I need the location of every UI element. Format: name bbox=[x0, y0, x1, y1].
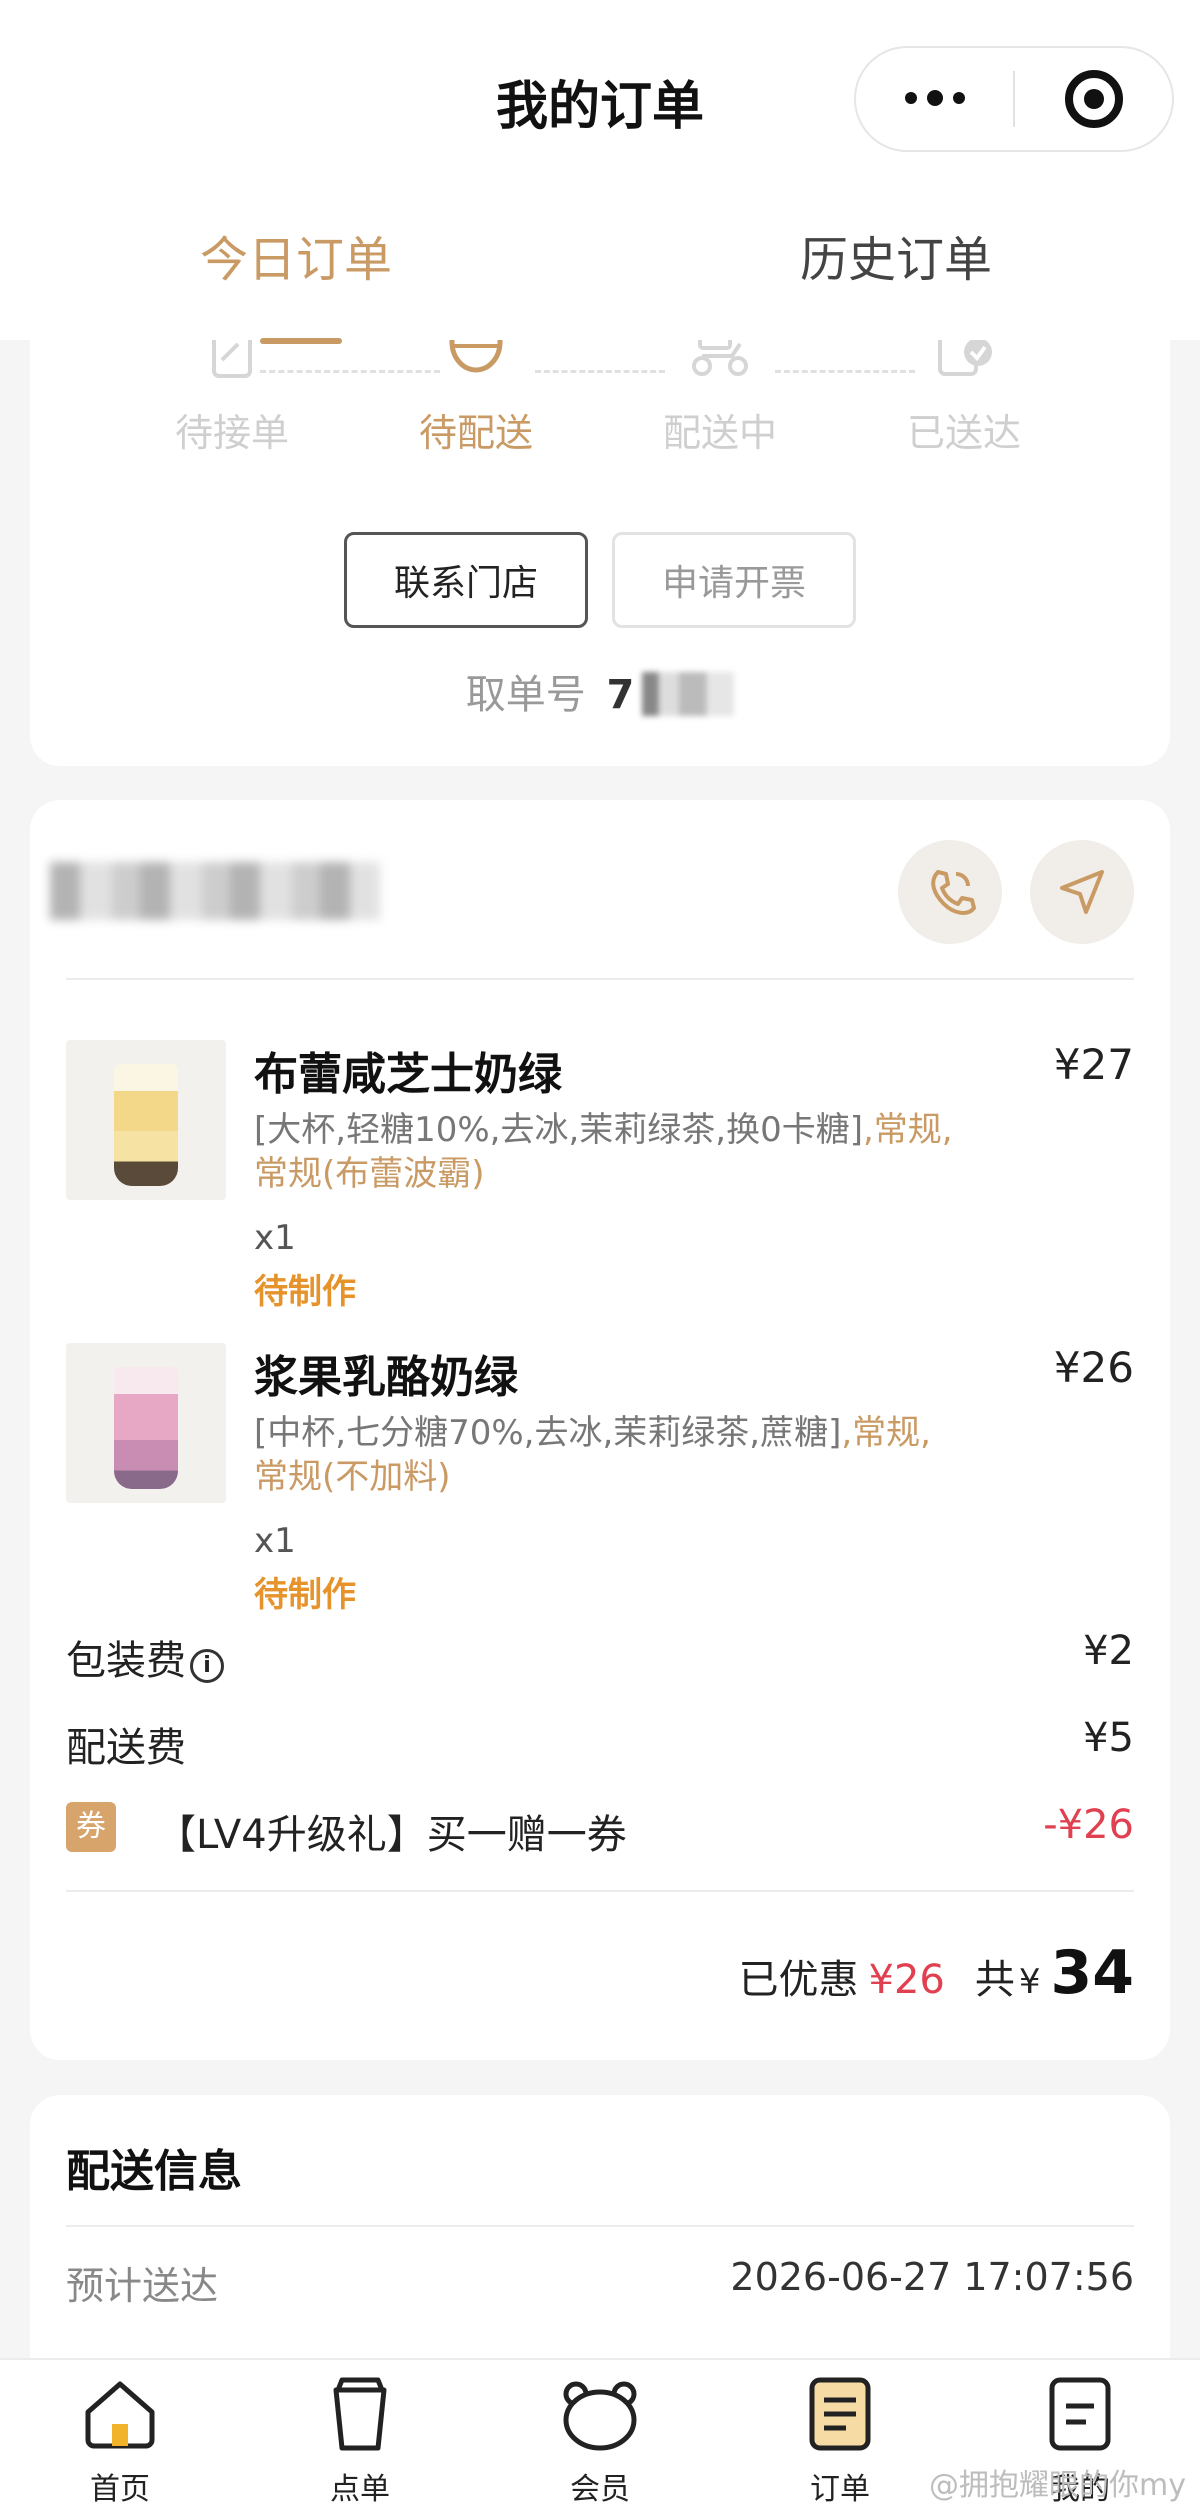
progress-steps: 待接单 待配送 配送中 已送达 bbox=[30, 328, 1170, 490]
pickup-number-label: 取单号 bbox=[465, 672, 586, 718]
pickup-number: 取单号 7 bbox=[30, 662, 1170, 720]
eta-value: 2026-06-27 17:07:56 bbox=[730, 2255, 1134, 2299]
delivery-info-title: 配送信息 bbox=[66, 2146, 242, 2197]
order-tabs: 今日订单 历史订单 bbox=[0, 210, 1200, 344]
more-button[interactable] bbox=[856, 48, 1013, 150]
step-pending-delivery: 待配送 bbox=[376, 330, 576, 457]
contact-store-button[interactable]: 联系门店 bbox=[344, 532, 588, 628]
request-invoice-button[interactable]: 申请开票 bbox=[612, 532, 856, 628]
item-quantity: x1 bbox=[254, 1218, 296, 1258]
packaging-fee-row: 包装费 i ¥2 bbox=[66, 1628, 1134, 1688]
target-close-icon bbox=[1064, 70, 1123, 128]
cup-illustration bbox=[114, 1367, 178, 1489]
delivery-fee-label: 配送费 bbox=[66, 1725, 186, 1771]
order-total: 已优惠 ¥26 共 ¥ 34 bbox=[739, 1938, 1135, 2008]
item-status: 待制作 bbox=[254, 1575, 356, 1615]
store-name-redacted bbox=[50, 862, 380, 920]
order-item[interactable]: 布蕾咸芝士奶绿 ¥27 [大杯,轻糖10%,去冰,茉莉绿茶,换0卡糖],常规,常… bbox=[66, 1040, 1134, 1312]
item-spec: [大杯,轻糖10%,去冰,茉莉绿茶,换0卡糖],常规,常规(布蕾波霸) bbox=[254, 1110, 953, 1194]
tab-member[interactable]: 会员 bbox=[540, 2376, 660, 2508]
product-image bbox=[66, 1040, 226, 1200]
cup-illustration bbox=[114, 1064, 178, 1186]
total-currency: ¥ bbox=[1018, 1962, 1041, 2002]
item-price: ¥26 bbox=[1053, 1343, 1134, 1392]
item-name: 布蕾咸芝士奶绿 bbox=[254, 1049, 562, 1100]
mini-program-capsule bbox=[854, 46, 1174, 152]
item-spec: [中杯,七分糖70%,去冰,茉莉绿茶,蔗糖],常规,常规(不加料) bbox=[254, 1413, 931, 1497]
discount-value: ¥26 bbox=[868, 1957, 945, 2003]
order-detail-card: 布蕾咸芝士奶绿 ¥27 [大杯,轻糖10%,去冰,茉莉绿茶,换0卡糖],常规,常… bbox=[30, 800, 1170, 2060]
home-icon bbox=[85, 2381, 155, 2449]
item-quantity: x1 bbox=[254, 1521, 296, 1561]
divider bbox=[66, 978, 1134, 980]
pickup-number-redacted bbox=[642, 672, 735, 716]
navigate-store-button[interactable] bbox=[1030, 840, 1134, 944]
more-dots-icon bbox=[904, 90, 965, 106]
packaging-fee-label: 包装费 bbox=[66, 1638, 186, 1684]
step-pending-accept: 待接单 bbox=[132, 328, 332, 457]
coupon-value: -¥26 bbox=[1043, 1802, 1134, 1848]
order-list-icon bbox=[809, 2377, 871, 2451]
close-mini-program-button[interactable] bbox=[1015, 48, 1172, 150]
delivery-fee-value: ¥5 bbox=[1083, 1715, 1134, 1761]
eta-label: 预计送达 bbox=[66, 2264, 219, 2308]
total-value: 34 bbox=[1050, 1938, 1135, 2008]
packaging-fee-value: ¥2 bbox=[1083, 1628, 1134, 1674]
order-item[interactable]: 浆果乳酪奶绿 ¥26 [中杯,七分糖70%,去冰,茉莉绿茶,蔗糖],常规,常规(… bbox=[66, 1343, 1134, 1615]
item-price: ¥27 bbox=[1053, 1040, 1134, 1089]
coupon-row: 券 【LV4升级礼】买一赠一券 -¥26 bbox=[66, 1802, 1134, 1862]
bottom-tab-bar: 首页 点单 会员 订单 我的 @拥抱耀眼的你my bbox=[0, 2358, 1200, 2513]
order-action-buttons: 联系门店 申请开票 bbox=[30, 532, 1170, 628]
product-image bbox=[66, 1343, 226, 1503]
tab-history-orders[interactable]: 历史订单 bbox=[800, 220, 992, 290]
divider bbox=[66, 2225, 1134, 2227]
order-status-card: 待接单 待配送 配送中 已送达 联系门店 申请开票 取单号 7 bbox=[30, 300, 1170, 766]
cup-icon bbox=[333, 2377, 387, 2451]
coupon-label: 【LV4升级礼】买一赠一券 bbox=[156, 1812, 627, 1858]
info-icon[interactable]: i bbox=[190, 1649, 224, 1683]
phone-icon bbox=[931, 870, 976, 915]
tab-today-orders[interactable]: 今日订单 bbox=[200, 220, 392, 290]
pickup-number-value: 7 bbox=[606, 672, 635, 718]
tab-orders[interactable]: 订单 bbox=[780, 2376, 900, 2508]
tab-order-menu[interactable]: 点单 bbox=[300, 2376, 420, 2508]
step-delivered: 已送达 bbox=[864, 328, 1064, 457]
call-store-button[interactable] bbox=[898, 840, 1002, 944]
discount-label: 已优惠 bbox=[738, 1957, 859, 2003]
item-status: 待制作 bbox=[254, 1272, 356, 1312]
divider bbox=[66, 1890, 1134, 1892]
delivery-fee-row: 配送费 ¥5 bbox=[66, 1715, 1134, 1775]
watermark: @拥抱耀眼的你my bbox=[929, 2468, 1186, 2503]
step-delivering: 配送中 bbox=[620, 328, 820, 457]
tab-home[interactable]: 首页 bbox=[60, 2376, 180, 2508]
navigation-icon bbox=[1060, 870, 1104, 914]
coupon-icon: 券 bbox=[66, 1802, 116, 1852]
profile-icon bbox=[1049, 2377, 1111, 2451]
header: 我的订单 今日订单 历史订单 bbox=[0, 0, 1200, 344]
bear-icon bbox=[563, 2381, 637, 2451]
total-label: 共 bbox=[974, 1957, 1015, 2003]
item-name: 浆果乳酪奶绿 bbox=[254, 1352, 518, 1403]
active-tab-indicator bbox=[260, 338, 342, 344]
